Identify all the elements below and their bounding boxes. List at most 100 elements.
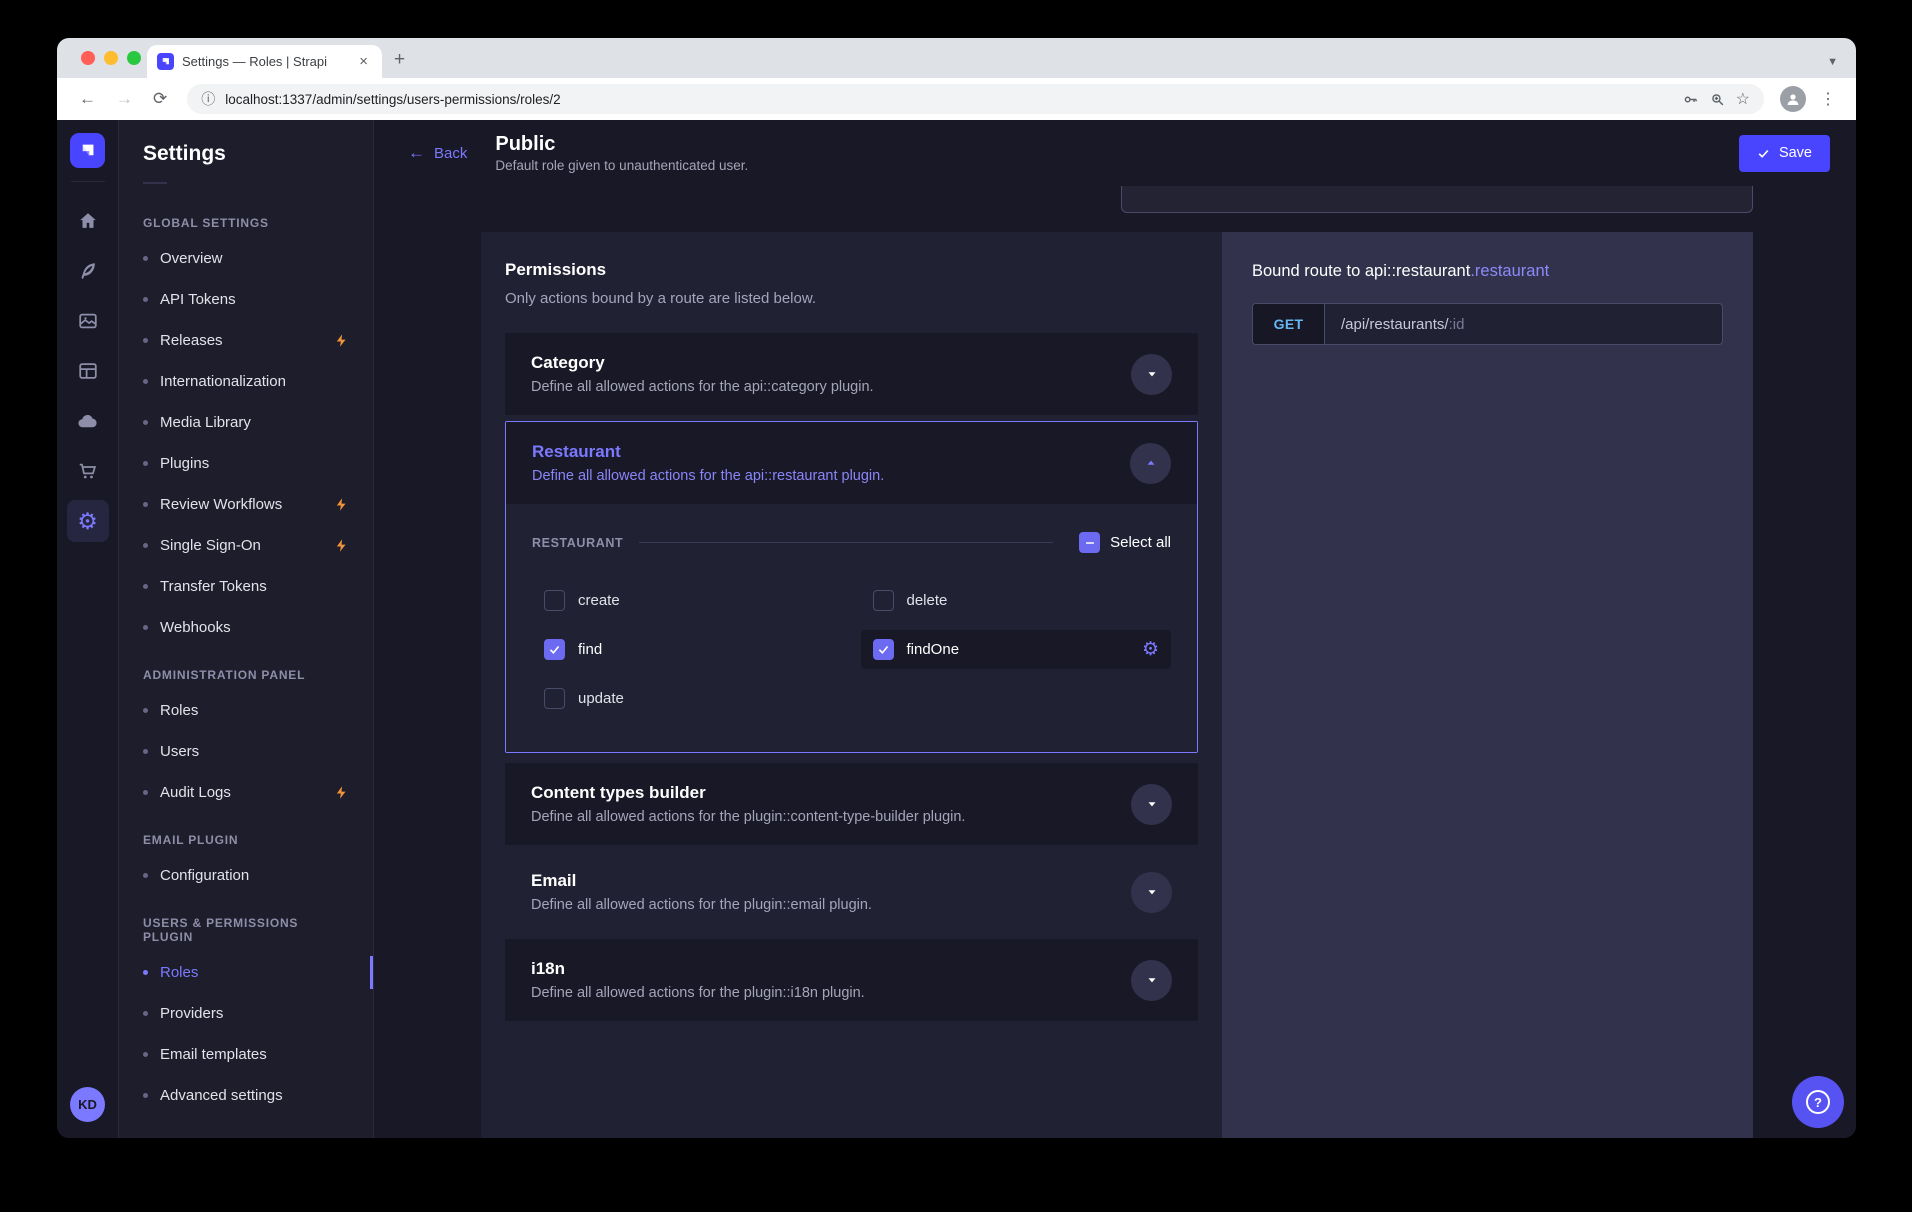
chevron-down-icon[interactable]	[1131, 960, 1172, 1001]
subnav-divider	[143, 182, 167, 184]
bullet-icon	[143, 502, 148, 507]
permission-update[interactable]: update	[532, 679, 843, 718]
permission-findone[interactable]: findOne ⚙	[861, 630, 1172, 669]
accordion-category[interactable]: Category Define all allowed actions for …	[505, 333, 1198, 415]
accordion-i18n[interactable]: i18n Define all allowed actions for the …	[505, 939, 1198, 1021]
help-button[interactable]: ?	[1792, 1076, 1844, 1128]
section-users-permissions-plugin: USERS & PERMISSIONS PLUGIN	[119, 896, 373, 952]
sidebar-item-advanced-settings[interactable]: Advanced settings	[119, 1075, 373, 1116]
main-content: ←Back Public Default role given to unaut…	[374, 120, 1856, 1138]
sidebar-item-audit-logs[interactable]: Audit Logs	[119, 772, 373, 813]
section-global-settings: GLOBAL SETTINGS	[119, 196, 373, 238]
strapi-logo-icon[interactable]	[70, 133, 105, 168]
settings-gear-icon[interactable]: ⚙	[67, 500, 109, 542]
browser-tab[interactable]: Settings — Roles | Strapi ×	[147, 45, 382, 78]
window-controls[interactable]	[81, 51, 141, 65]
sidebar-item-email-templates[interactable]: Email templates	[119, 1034, 373, 1075]
settings-subnav: Settings GLOBAL SETTINGS Overview API To…	[119, 120, 374, 1138]
section-administration-panel: ADMINISTRATION PANEL	[119, 648, 373, 690]
sidebar-item-api-tokens[interactable]: API Tokens	[119, 279, 373, 320]
select-all-control[interactable]: Select all	[1079, 532, 1171, 553]
sidebar-item-up-roles[interactable]: Roles	[119, 952, 373, 993]
rail-divider	[71, 181, 105, 182]
home-icon[interactable]	[67, 200, 109, 242]
sidebar-item-media-library[interactable]: Media Library	[119, 402, 373, 443]
save-button[interactable]: Save	[1739, 135, 1830, 172]
user-avatar[interactable]: KD	[70, 1087, 105, 1122]
checkbox-find[interactable]	[544, 639, 565, 660]
back-link[interactable]: ←Back	[408, 143, 467, 163]
bullet-icon	[143, 584, 148, 589]
cloud-deploy-icon[interactable]	[67, 400, 109, 442]
chevron-down-icon[interactable]	[1131, 872, 1172, 913]
sidebar-item-overview[interactable]: Overview	[119, 238, 373, 279]
checkbox-create[interactable]	[544, 590, 565, 611]
select-all-checkbox[interactable]	[1079, 532, 1100, 553]
bullet-icon	[143, 338, 148, 343]
controller-name: .restaurant	[1470, 262, 1549, 280]
bullet-icon	[143, 379, 148, 384]
advanced-settings-gear-icon[interactable]: ⚙	[1142, 640, 1159, 659]
question-mark-icon: ?	[1806, 1090, 1830, 1114]
sidebar-item-plugins[interactable]: Plugins	[119, 443, 373, 484]
minimize-window-button[interactable]	[104, 51, 118, 65]
back-button[interactable]: ←	[71, 89, 104, 109]
bookmark-star-icon[interactable]: ☆	[1736, 89, 1750, 109]
chevron-down-icon[interactable]	[1131, 354, 1172, 395]
checkbox-findone[interactable]	[873, 639, 894, 660]
sidebar-item-single-sign-on[interactable]: Single Sign-On	[119, 525, 373, 566]
sidebar-item-providers[interactable]: Providers	[119, 993, 373, 1034]
sidebar-item-admin-roles[interactable]: Roles	[119, 690, 373, 731]
tab-search-chevron-icon[interactable]: ▼	[1827, 56, 1838, 68]
browser-menu-icon[interactable]: ⋮	[1814, 89, 1842, 109]
sidebar-item-review-workflows[interactable]: Review Workflows	[119, 484, 373, 525]
sidebar-item-internationalization[interactable]: Internationalization	[119, 361, 373, 402]
fullscreen-window-button[interactable]	[127, 51, 141, 65]
back-arrow-icon: ←	[408, 143, 425, 163]
forward-button[interactable]: →	[108, 89, 141, 109]
permission-find[interactable]: find	[532, 630, 843, 669]
sidebar-item-users[interactable]: Users	[119, 731, 373, 772]
check-icon	[1757, 147, 1770, 160]
page-header: ←Back Public Default role given to unaut…	[374, 120, 1856, 186]
sidebar-item-configuration[interactable]: Configuration	[119, 855, 373, 896]
restaurant-permissions-body: RESTAURANT Select all	[506, 504, 1197, 752]
bullet-icon	[143, 297, 148, 302]
description-field-partial[interactable]	[1121, 186, 1753, 213]
accordion-restaurant[interactable]: Restaurant Define all allowed actions fo…	[505, 421, 1198, 753]
content-manager-feather-icon[interactable]	[67, 250, 109, 292]
site-info-icon[interactable]: ⓘ	[201, 89, 215, 109]
bullet-icon	[143, 1093, 148, 1098]
zoom-icon[interactable]	[1709, 91, 1726, 108]
subnav-title: Settings	[119, 142, 373, 166]
sidebar-item-releases[interactable]: Releases	[119, 320, 373, 361]
checkbox-update[interactable]	[544, 688, 565, 709]
strapi-app: ⚙ KD Settings GLOBAL SETTINGS Overview A…	[57, 120, 1856, 1138]
checkbox-delete[interactable]	[873, 590, 894, 611]
page-subtitle: Default role given to unauthenticated us…	[495, 158, 748, 173]
permission-create[interactable]: create	[532, 581, 843, 620]
reload-button[interactable]: ⟳	[145, 89, 175, 109]
chevron-down-icon[interactable]	[1131, 784, 1172, 825]
sidebar-item-transfer-tokens[interactable]: Transfer Tokens	[119, 566, 373, 607]
sidebar-item-webhooks[interactable]: Webhooks	[119, 607, 373, 648]
media-library-icon[interactable]	[67, 300, 109, 342]
close-window-button[interactable]	[81, 51, 95, 65]
marketplace-cart-icon[interactable]	[67, 450, 109, 492]
browser-window: Settings — Roles | Strapi × + ▼ ← → ⟳ ⓘ …	[57, 38, 1856, 1138]
bullet-icon	[143, 749, 148, 754]
bullet-icon	[143, 256, 148, 261]
permission-delete[interactable]: delete	[861, 581, 1172, 620]
profile-avatar-icon[interactable]	[1780, 86, 1806, 112]
content-type-builder-icon[interactable]	[67, 350, 109, 392]
accordion-content-types-builder[interactable]: Content types builder Define all allowed…	[505, 763, 1198, 845]
password-key-icon[interactable]	[1682, 91, 1699, 108]
tab-close-icon[interactable]: ×	[355, 52, 372, 71]
address-bar[interactable]: ⓘ localhost:1337/admin/settings/users-pe…	[187, 84, 1764, 114]
bullet-icon	[143, 543, 148, 548]
new-tab-button[interactable]: +	[394, 49, 405, 71]
group-divider	[639, 542, 1053, 543]
route-box: GET /api/restaurants/:id	[1252, 303, 1723, 345]
chevron-up-icon[interactable]	[1130, 443, 1171, 484]
accordion-email[interactable]: Email Define all allowed actions for the…	[505, 851, 1198, 933]
